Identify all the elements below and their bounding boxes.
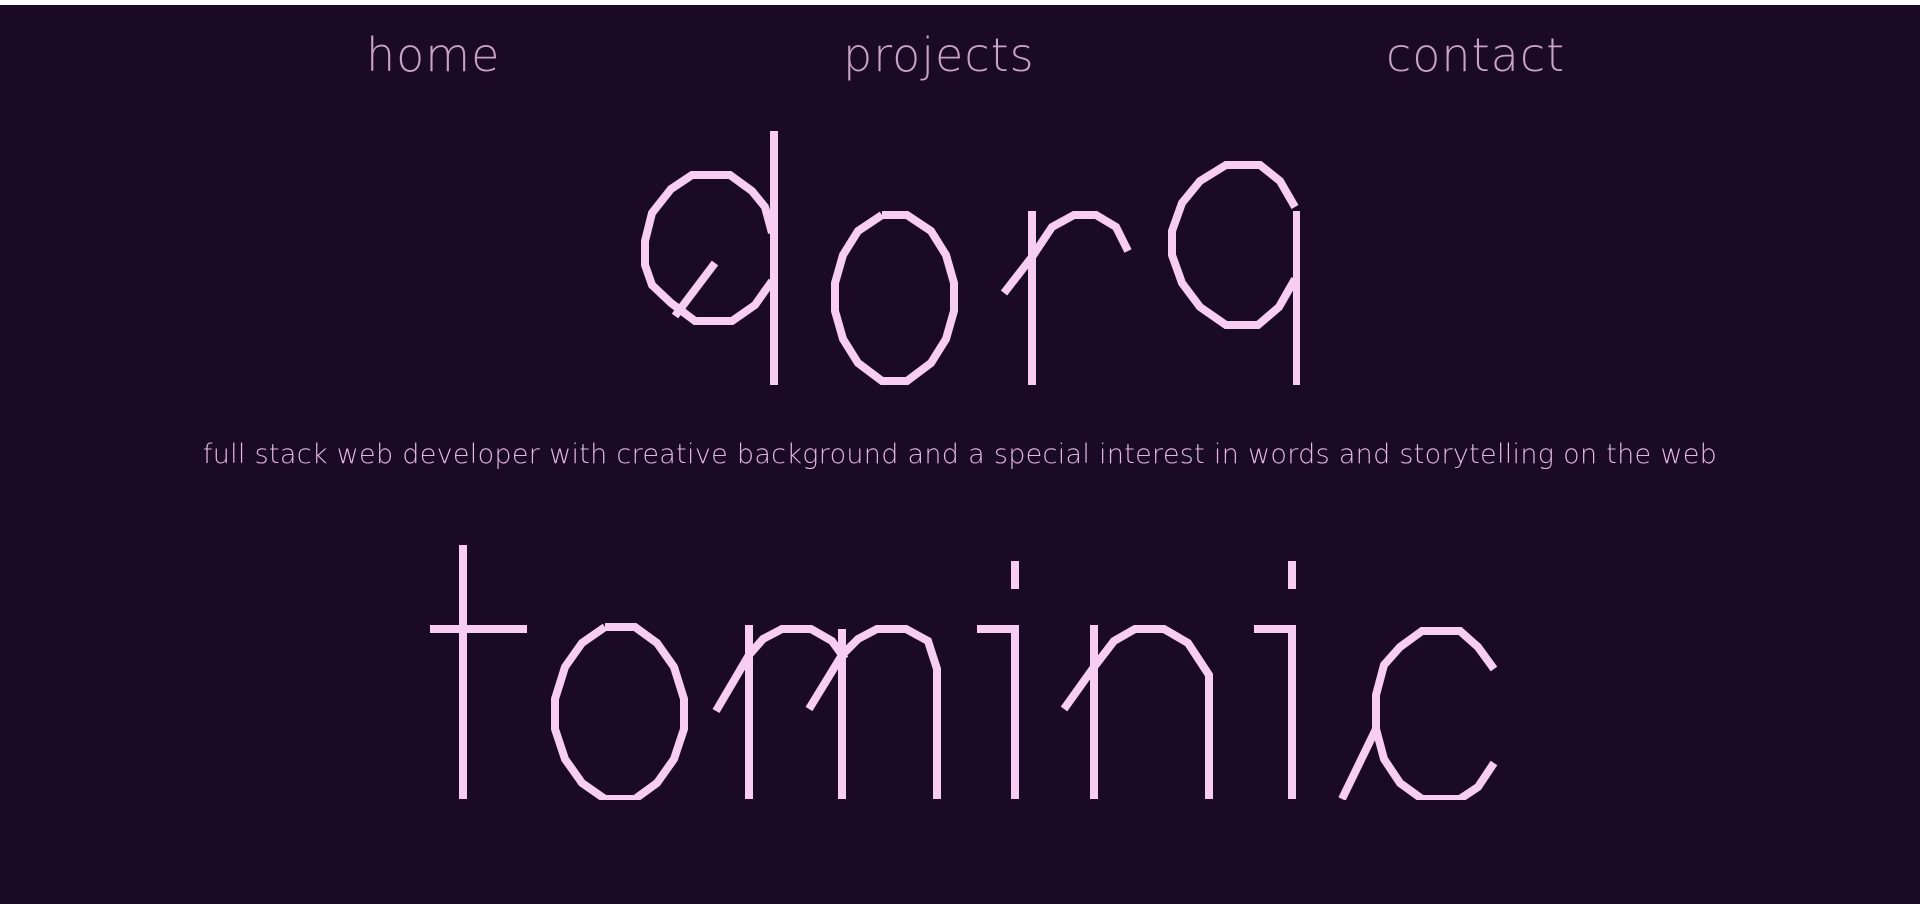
hero-first-name-svg xyxy=(641,131,1300,385)
letter-i xyxy=(1254,561,1296,799)
letter-r xyxy=(1000,211,1132,385)
letter-m xyxy=(712,625,941,799)
letter-o xyxy=(831,211,958,385)
hero-first-name: dora xyxy=(0,127,1920,387)
letter-d xyxy=(641,131,778,385)
letter-t xyxy=(430,545,527,799)
hero-tagline: full stack web developer with creative b… xyxy=(202,439,1718,470)
nav-link-projects[interactable]: projects xyxy=(843,25,1035,85)
top-nav: home projects contact xyxy=(0,25,1920,85)
hero-last-name: tominic xyxy=(0,540,1920,800)
hero-last-name-svg xyxy=(430,545,1498,800)
letter-c xyxy=(1338,627,1498,800)
letter-o xyxy=(551,623,688,800)
letter-a xyxy=(1168,161,1300,385)
page: home projects contact dora xyxy=(0,5,1920,904)
letter-n xyxy=(1060,625,1213,799)
letter-i xyxy=(977,561,1019,799)
nav-link-home[interactable]: home xyxy=(366,25,500,85)
nav-link-contact[interactable]: contact xyxy=(1386,25,1565,85)
